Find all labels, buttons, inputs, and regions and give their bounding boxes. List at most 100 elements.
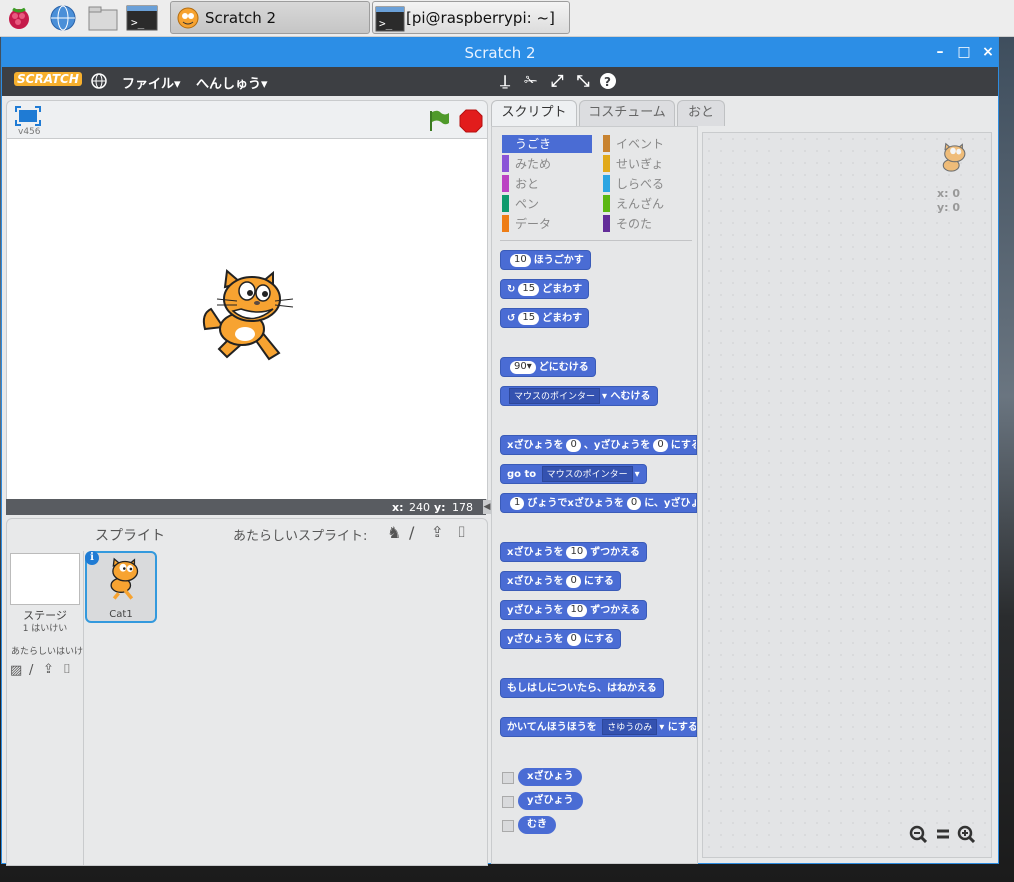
zoom-reset-icon[interactable] bbox=[935, 825, 951, 843]
block-input[interactable]: 10 bbox=[510, 253, 531, 267]
reporter-x-position[interactable]: xざひょう bbox=[518, 768, 583, 786]
taskbar-app-label: [pi@raspberrypi: ~] bbox=[406, 9, 555, 27]
block-change-y[interactable]: yざひょうを 10 ずつかえる bbox=[500, 600, 647, 620]
maximize-icon[interactable]: □ bbox=[954, 42, 974, 62]
block-turn-left[interactable]: ↺ 15 どまわす bbox=[500, 308, 590, 328]
block-input[interactable]: 90▾ bbox=[510, 360, 536, 374]
category-more[interactable]: そのた bbox=[603, 215, 652, 233]
category-label: おと bbox=[515, 177, 540, 191]
checkbox-y-position[interactable] bbox=[502, 796, 514, 808]
category-data[interactable]: データ bbox=[502, 215, 551, 233]
block-go-to-xy[interactable]: xざひょうを0、yざひょうを0にする bbox=[500, 435, 697, 455]
shrink-icon[interactable]: ⤡ bbox=[574, 72, 592, 90]
block-move-steps[interactable]: 10 ほうごかす bbox=[500, 250, 591, 270]
green-flag-icon[interactable] bbox=[427, 109, 451, 133]
block-dropdown[interactable]: さゆうのみ bbox=[602, 719, 658, 735]
category-control[interactable]: せいぎょ bbox=[603, 155, 663, 173]
checkbox-direction[interactable] bbox=[502, 820, 514, 832]
category-looks[interactable]: みため bbox=[502, 155, 551, 173]
edit-menu[interactable]: へんしゅう▾ bbox=[196, 73, 268, 92]
palette-divider bbox=[500, 240, 692, 241]
info-icon[interactable]: i bbox=[85, 551, 99, 565]
block-dropdown[interactable]: マウスのポインター bbox=[509, 388, 601, 404]
scratch-menubar: SCRATCH ファイル▾ へんしゅう▾ ⍊ ✁ ⤢ ⤡ ? bbox=[2, 67, 998, 96]
rotate-right-icon: ↻ bbox=[507, 284, 516, 295]
block-glide[interactable]: 1びょうでxざひょうを0に、yざひょう bbox=[500, 493, 697, 513]
checkbox-x-position[interactable] bbox=[502, 772, 514, 784]
taskbar-app-terminal[interactable]: >_ [pi@raspberrypi: ~] bbox=[372, 1, 570, 34]
category-events[interactable]: イベント bbox=[603, 135, 664, 153]
file-menu[interactable]: ファイル▾ bbox=[122, 73, 181, 92]
block-text: びょうでxざひょうを bbox=[527, 498, 624, 509]
browser-icon[interactable] bbox=[48, 3, 78, 33]
terminal-icon[interactable]: >_ bbox=[126, 3, 158, 33]
category-pen[interactable]: ペン bbox=[502, 195, 539, 213]
stage-thumbnail[interactable] bbox=[10, 553, 80, 605]
reporter-direction[interactable]: むき bbox=[518, 816, 556, 834]
block-set-y[interactable]: yざひょうを 0 にする bbox=[500, 629, 622, 649]
tab-sounds[interactable]: おと bbox=[677, 100, 725, 126]
tab-costumes[interactable]: コスチューム bbox=[579, 100, 675, 126]
block-turn-right[interactable]: ↻ 15 どまわす bbox=[500, 279, 590, 299]
duplicate-stamp-icon[interactable]: ⍊ bbox=[496, 72, 514, 90]
block-point-in-direction[interactable]: 90▾ どにむける bbox=[500, 357, 596, 377]
minimize-icon[interactable]: – bbox=[930, 42, 950, 62]
camera-icon[interactable]: ⌷ bbox=[457, 523, 466, 541]
upload-backdrop-icon[interactable]: ⇪ bbox=[43, 662, 54, 677]
category-operators[interactable]: えんざん bbox=[603, 195, 664, 213]
block-input[interactable]: 10 bbox=[566, 603, 588, 617]
block-input[interactable]: 0 bbox=[566, 632, 581, 646]
upload-icon[interactable]: ⇪ bbox=[431, 523, 444, 541]
category-sensing[interactable]: しらべる bbox=[603, 175, 664, 193]
zoom-in-icon[interactable] bbox=[957, 825, 975, 843]
camera-backdrop-icon[interactable]: ⌷ bbox=[63, 662, 71, 677]
block-input[interactable]: 15 bbox=[518, 282, 540, 296]
cat-sprite-on-stage[interactable] bbox=[197, 269, 297, 369]
grow-icon[interactable]: ⤢ bbox=[548, 72, 566, 90]
block-input[interactable]: 10 bbox=[566, 545, 588, 559]
block-point-towards[interactable]: マウスのポインター ▾ へむける bbox=[500, 386, 658, 406]
language-globe-icon[interactable] bbox=[90, 72, 108, 90]
tab-scripts[interactable]: スクリプト bbox=[491, 100, 577, 126]
block-input[interactable]: 1 bbox=[510, 496, 525, 510]
close-icon[interactable]: × bbox=[978, 42, 998, 62]
collapse-stage-arrow-icon[interactable]: ◀ bbox=[483, 500, 491, 514]
window-titlebar[interactable]: Scratch 2 – □ × bbox=[2, 38, 998, 67]
category-label: せいぎょ bbox=[616, 157, 664, 171]
stage-header: v456 bbox=[6, 100, 488, 139]
mouse-x-value: 240 bbox=[409, 501, 430, 514]
paint-brush-icon[interactable]: / bbox=[409, 523, 414, 542]
stop-sign-icon[interactable] bbox=[459, 109, 483, 133]
paint-backdrop-icon[interactable]: / bbox=[29, 663, 33, 678]
block-input[interactable]: 0 bbox=[566, 574, 581, 588]
delete-scissors-icon[interactable]: ✁ bbox=[522, 72, 540, 90]
stage-bg-count: 1 はいけい bbox=[22, 624, 68, 634]
backdrop-library-icon[interactable]: ▨ bbox=[10, 663, 22, 678]
block-input[interactable]: 0 bbox=[653, 438, 668, 452]
scratch-logo[interactable]: SCRATCH bbox=[14, 72, 82, 86]
raspberry-menu-icon[interactable] bbox=[4, 3, 34, 33]
block-input[interactable]: 0 bbox=[566, 438, 581, 452]
block-set-x[interactable]: xざひょうを 0 にする bbox=[500, 571, 621, 591]
block-input[interactable]: 15 bbox=[518, 311, 540, 325]
block-input[interactable]: 0 bbox=[626, 496, 642, 510]
sprite-library-icon[interactable]: ♞ bbox=[387, 523, 401, 542]
fullscreen-icon[interactable] bbox=[15, 106, 41, 126]
block-palette: うごき みため おと ペン データ イベント せいぎょ しらべる えんざん その… bbox=[491, 126, 698, 864]
category-motion[interactable]: うごき bbox=[502, 135, 592, 153]
block-go-to[interactable]: go to マウスのポインター ▾ bbox=[500, 464, 647, 484]
taskbar-app-scratch[interactable]: Scratch 2 bbox=[170, 1, 370, 34]
sprite-tile-cat1[interactable]: i Cat1 bbox=[85, 551, 157, 623]
help-icon[interactable]: ? bbox=[599, 72, 617, 90]
file-manager-icon[interactable] bbox=[86, 3, 118, 33]
block-change-x[interactable]: xざひょうを 10 ずつかえる bbox=[500, 542, 647, 562]
block-dropdown[interactable]: マウスのポインター bbox=[541, 466, 633, 482]
category-sound[interactable]: おと bbox=[502, 175, 539, 193]
block-bounce-on-edge[interactable]: もしはしについたら、はねかえる bbox=[500, 678, 664, 698]
block-set-rotation-style[interactable]: かいてんほうほうを さゆうのみ ▾ にする bbox=[500, 717, 697, 737]
zoom-out-icon[interactable] bbox=[909, 825, 927, 843]
stage-canvas[interactable] bbox=[6, 138, 488, 500]
block-text: へむける bbox=[610, 391, 651, 402]
reporter-y-position[interactable]: yざひょう bbox=[518, 792, 583, 810]
script-area[interactable]: x: 0 y: 0 bbox=[702, 132, 992, 858]
